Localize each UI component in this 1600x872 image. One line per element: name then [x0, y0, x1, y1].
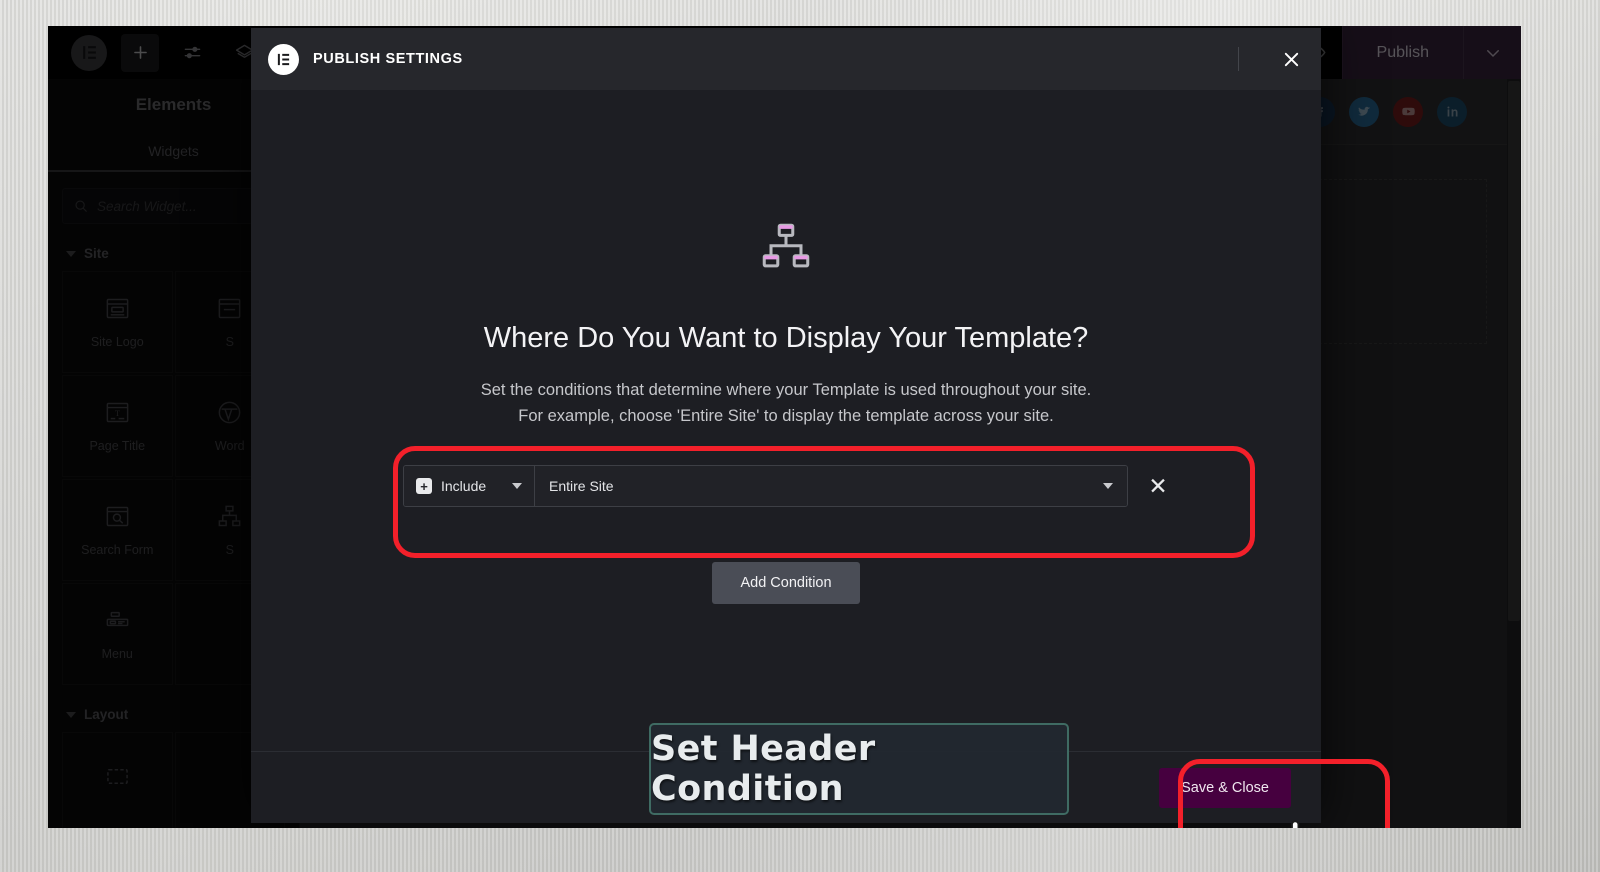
plus-square-icon: +	[416, 478, 432, 495]
modal-description-line1: Set the conditions that determine where …	[480, 381, 1092, 399]
modal-header-right	[1238, 28, 1321, 90]
modal-heading: Where Do You Want to Display Your Templa…	[483, 322, 1089, 354]
include-select-value: Include	[441, 478, 487, 495]
include-type-select[interactable]: + Include	[404, 466, 535, 507]
condition-target-select[interactable]: Entire Site	[535, 466, 1127, 507]
add-condition-button[interactable]: Add Condition	[712, 562, 860, 605]
modal-header: PUBLISH SETTINGS	[251, 28, 1321, 90]
save-and-close-button[interactable]: Save & Close	[1159, 767, 1291, 808]
condition-controls: + Include Entire Site	[403, 465, 1128, 508]
condition-target-value: Entire Site	[549, 478, 614, 495]
condition-row: + Include Entire Site ✕	[403, 465, 1169, 508]
caret-down-icon	[1103, 483, 1113, 490]
caret-down-icon	[512, 483, 522, 490]
elementor-logo-icon	[268, 43, 299, 75]
sitemap-icon	[762, 223, 810, 268]
close-icon[interactable]	[1261, 28, 1321, 90]
annotation-callout: Set Header Condition	[649, 723, 1069, 815]
annotation-callout-text: Set Header Condition	[651, 729, 876, 809]
modal-title: PUBLISH SETTINGS	[313, 51, 463, 67]
remove-condition-button[interactable]: ✕	[1147, 474, 1169, 498]
publish-settings-modal: PUBLISH SETTINGS Where Do You Want to Di…	[251, 28, 1321, 823]
screen-area: Publish Elements Widgets Site	[48, 26, 1521, 828]
conditions-area: + Include Entire Site ✕ Add Condition	[251, 465, 1321, 605]
modal-description: Set the conditions that determine where …	[481, 377, 1092, 429]
modal-description-line2: For example, choose 'Entire Site' to dis…	[518, 407, 1054, 426]
divider	[1238, 47, 1239, 71]
modal-body: Where Do You Want to Display Your Templa…	[251, 90, 1321, 751]
